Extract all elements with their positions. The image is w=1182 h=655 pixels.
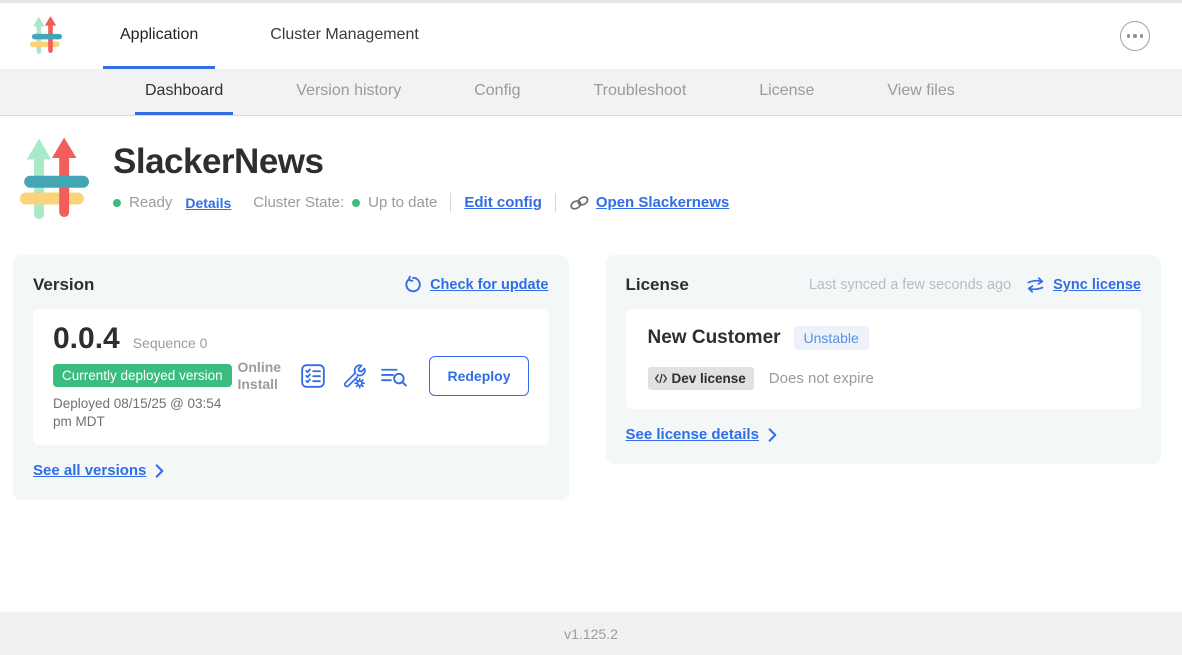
more-menu-button[interactable]	[1120, 21, 1150, 51]
config-wrench-icon[interactable]	[340, 363, 366, 389]
currently-deployed-badge: Currently deployed version	[53, 364, 232, 387]
redeploy-button[interactable]: Redeploy	[429, 356, 528, 396]
license-type-badge: Dev license	[648, 367, 754, 390]
subnav-config[interactable]: Config	[464, 69, 530, 115]
app-logo-icon	[30, 16, 62, 57]
channel-badge: Unstable	[794, 326, 869, 350]
preflight-checks-icon[interactable]	[300, 363, 326, 389]
divider	[450, 193, 451, 212]
app-logo-large-icon	[20, 135, 89, 228]
sync-license-label: Sync license	[1053, 277, 1141, 293]
chevron-right-icon	[768, 428, 777, 442]
app-footer: v1.125.2	[0, 612, 1182, 655]
install-type-label: Online Install	[237, 359, 283, 393]
app-header: SlackerNews Ready Details Cluster State:…	[0, 135, 1182, 228]
version-card-title: Version	[33, 275, 94, 295]
license-card-title: License	[626, 275, 689, 295]
cluster-state-label: Cluster State:	[253, 194, 344, 211]
header-tabs: Application Cluster Management	[103, 3, 436, 69]
check-for-update-label: Check for update	[430, 277, 548, 293]
subnav-version-history-label: Version history	[296, 82, 401, 100]
ready-status-label: Ready	[129, 194, 172, 211]
last-synced-text: Last synced a few seconds ago	[809, 277, 1011, 293]
expiration-text: Does not expire	[769, 370, 874, 387]
sync-arrows-icon	[1026, 277, 1045, 293]
chain-link-icon	[569, 195, 590, 211]
cluster-state-value: Up to date	[368, 194, 437, 211]
see-license-details-label: See license details	[626, 426, 759, 443]
version-card: Version Check for update 0.0.4 Sequence …	[13, 255, 569, 500]
subnav-dashboard-label: Dashboard	[145, 82, 223, 100]
app-subnav: Dashboard Version history Config Trouble…	[0, 69, 1182, 116]
open-app-link-label: Open Slackernews	[596, 194, 729, 211]
dashboard-cards: Version Check for update 0.0.4 Sequence …	[13, 255, 1161, 500]
edit-config-link[interactable]: Edit config	[464, 194, 542, 211]
tab-cluster-management-label: Cluster Management	[270, 26, 419, 44]
license-card: License Last synced a few seconds ago Sy…	[606, 255, 1162, 464]
top-navbar: Application Cluster Management	[0, 3, 1182, 69]
ellipsis-icon	[1127, 34, 1131, 38]
license-panel: New Customer Unstable Dev license	[626, 309, 1142, 409]
details-link[interactable]: Details	[185, 195, 231, 211]
current-version-panel: 0.0.4 Sequence 0 Currently deployed vers…	[33, 309, 549, 445]
ready-status-dot	[113, 199, 121, 207]
cluster-state-dot	[352, 199, 360, 207]
subnav-dashboard[interactable]: Dashboard	[135, 69, 233, 115]
subnav-view-files[interactable]: View files	[877, 69, 964, 115]
app-status-row: Ready Details Cluster State: Up to date …	[113, 193, 729, 212]
sequence-label: Sequence 0	[133, 335, 208, 351]
tab-application-label: Application	[120, 26, 198, 44]
console-version: v1.125.2	[564, 626, 618, 642]
subnav-config-label: Config	[474, 82, 520, 100]
page-title: SlackerNews	[113, 142, 729, 182]
customer-name: New Customer	[648, 327, 781, 349]
subnav-troubleshoot-label: Troubleshoot	[593, 82, 686, 100]
main-content: SlackerNews Ready Details Cluster State:…	[0, 116, 1182, 612]
code-brackets-icon	[654, 373, 668, 384]
subnav-view-files-label: View files	[887, 82, 954, 100]
license-type-label: Dev license	[672, 371, 746, 386]
tab-application[interactable]: Application	[103, 3, 215, 69]
see-all-versions-label: See all versions	[33, 462, 146, 479]
see-license-details-link[interactable]: See license details	[626, 426, 777, 443]
sync-license-link[interactable]: Sync license	[1026, 277, 1141, 293]
subnav-license[interactable]: License	[749, 69, 824, 115]
version-number: 0.0.4	[53, 322, 120, 356]
open-app-link[interactable]: Open Slackernews	[569, 194, 729, 211]
refresh-icon	[403, 276, 422, 295]
subnav-troubleshoot[interactable]: Troubleshoot	[583, 69, 696, 115]
deployed-timestamp: Deployed 08/15/25 @ 03:54 pm MDT	[53, 395, 237, 430]
divider	[555, 193, 556, 212]
tab-cluster-management[interactable]: Cluster Management	[253, 3, 436, 69]
view-files-search-icon[interactable]	[380, 365, 407, 388]
see-all-versions-link[interactable]: See all versions	[33, 462, 164, 479]
check-for-update-link[interactable]: Check for update	[403, 276, 548, 295]
chevron-right-icon	[155, 464, 164, 478]
subnav-version-history[interactable]: Version history	[286, 69, 411, 115]
subnav-license-label: License	[759, 82, 814, 100]
